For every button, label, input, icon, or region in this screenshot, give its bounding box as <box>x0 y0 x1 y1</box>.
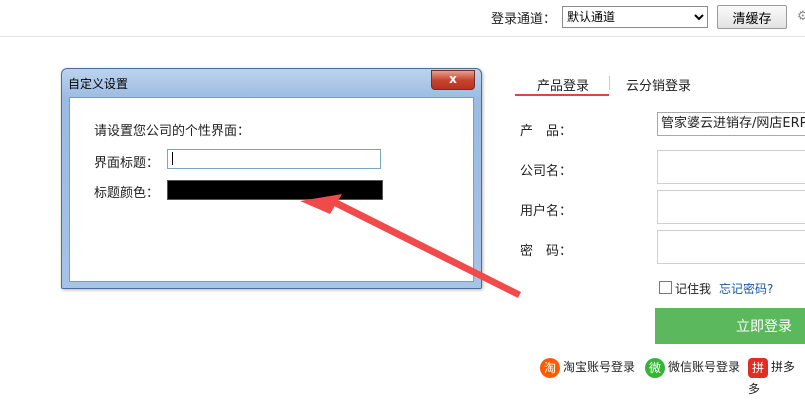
arrow-head <box>300 194 342 214</box>
arrow-shaft <box>332 199 521 298</box>
annotation-arrow <box>300 194 521 298</box>
